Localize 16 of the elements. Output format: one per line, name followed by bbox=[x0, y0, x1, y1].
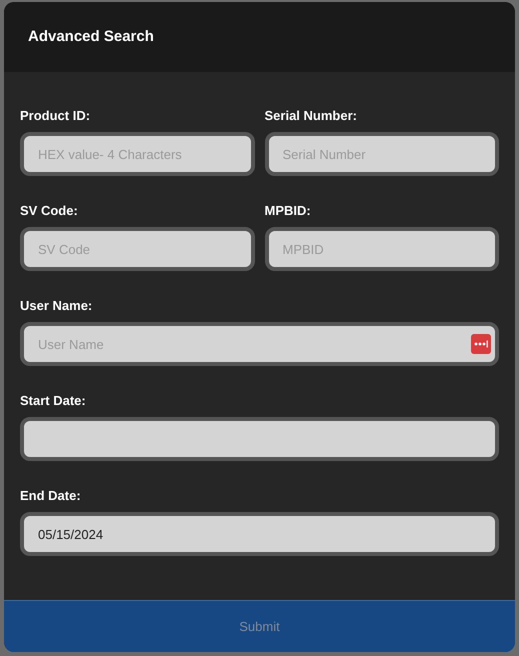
input-field[interactable]: SV Code bbox=[20, 227, 254, 271]
field-label: User Name: bbox=[20, 298, 94, 314]
field-label: Serial Number: bbox=[264, 108, 358, 124]
input-field[interactable]: HEX value- 4 Characters bbox=[20, 132, 254, 176]
input-field[interactable]: 05/15/2024 bbox=[20, 512, 499, 556]
input-field[interactable]: User Name bbox=[20, 322, 499, 366]
field-label: End Date: bbox=[20, 488, 82, 504]
dialog-title: Advanced Search bbox=[28, 26, 154, 47]
input-field[interactable]: MPBID bbox=[264, 227, 499, 271]
field-label: SV Code: bbox=[20, 203, 79, 219]
field-label: Start Date: bbox=[20, 393, 87, 409]
input-field[interactable] bbox=[20, 417, 499, 461]
password-manager-icon[interactable] bbox=[471, 334, 491, 354]
input-field[interactable]: Serial Number bbox=[264, 132, 499, 176]
field-label: MPBID: bbox=[264, 203, 312, 219]
field-label: Product ID: bbox=[20, 108, 92, 124]
